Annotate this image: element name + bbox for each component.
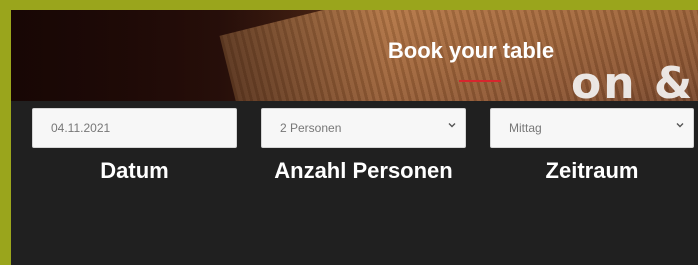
period-label: Zeitraum	[545, 158, 639, 183]
period-select[interactable]: Mittag	[490, 108, 694, 148]
persons-value: 2 Personen	[280, 121, 342, 135]
persons-label: Anzahl Personen	[274, 158, 453, 183]
title-accent-line	[459, 80, 501, 82]
date-label: Datum	[100, 158, 169, 183]
date-value: 04.11.2021	[51, 121, 111, 135]
restaurant-sign: on &	[571, 58, 695, 101]
persons-select[interactable]: 2 Personen	[261, 108, 466, 148]
booking-widget: on & Book your table 04.11.2021 2 Person…	[11, 10, 698, 265]
date-field[interactable]: 04.11.2021	[32, 108, 237, 148]
page-title: Book your table	[387, 38, 555, 63]
chevron-down-icon	[676, 123, 684, 128]
period-value: Mittag	[509, 121, 542, 135]
chevron-down-icon	[448, 123, 456, 128]
